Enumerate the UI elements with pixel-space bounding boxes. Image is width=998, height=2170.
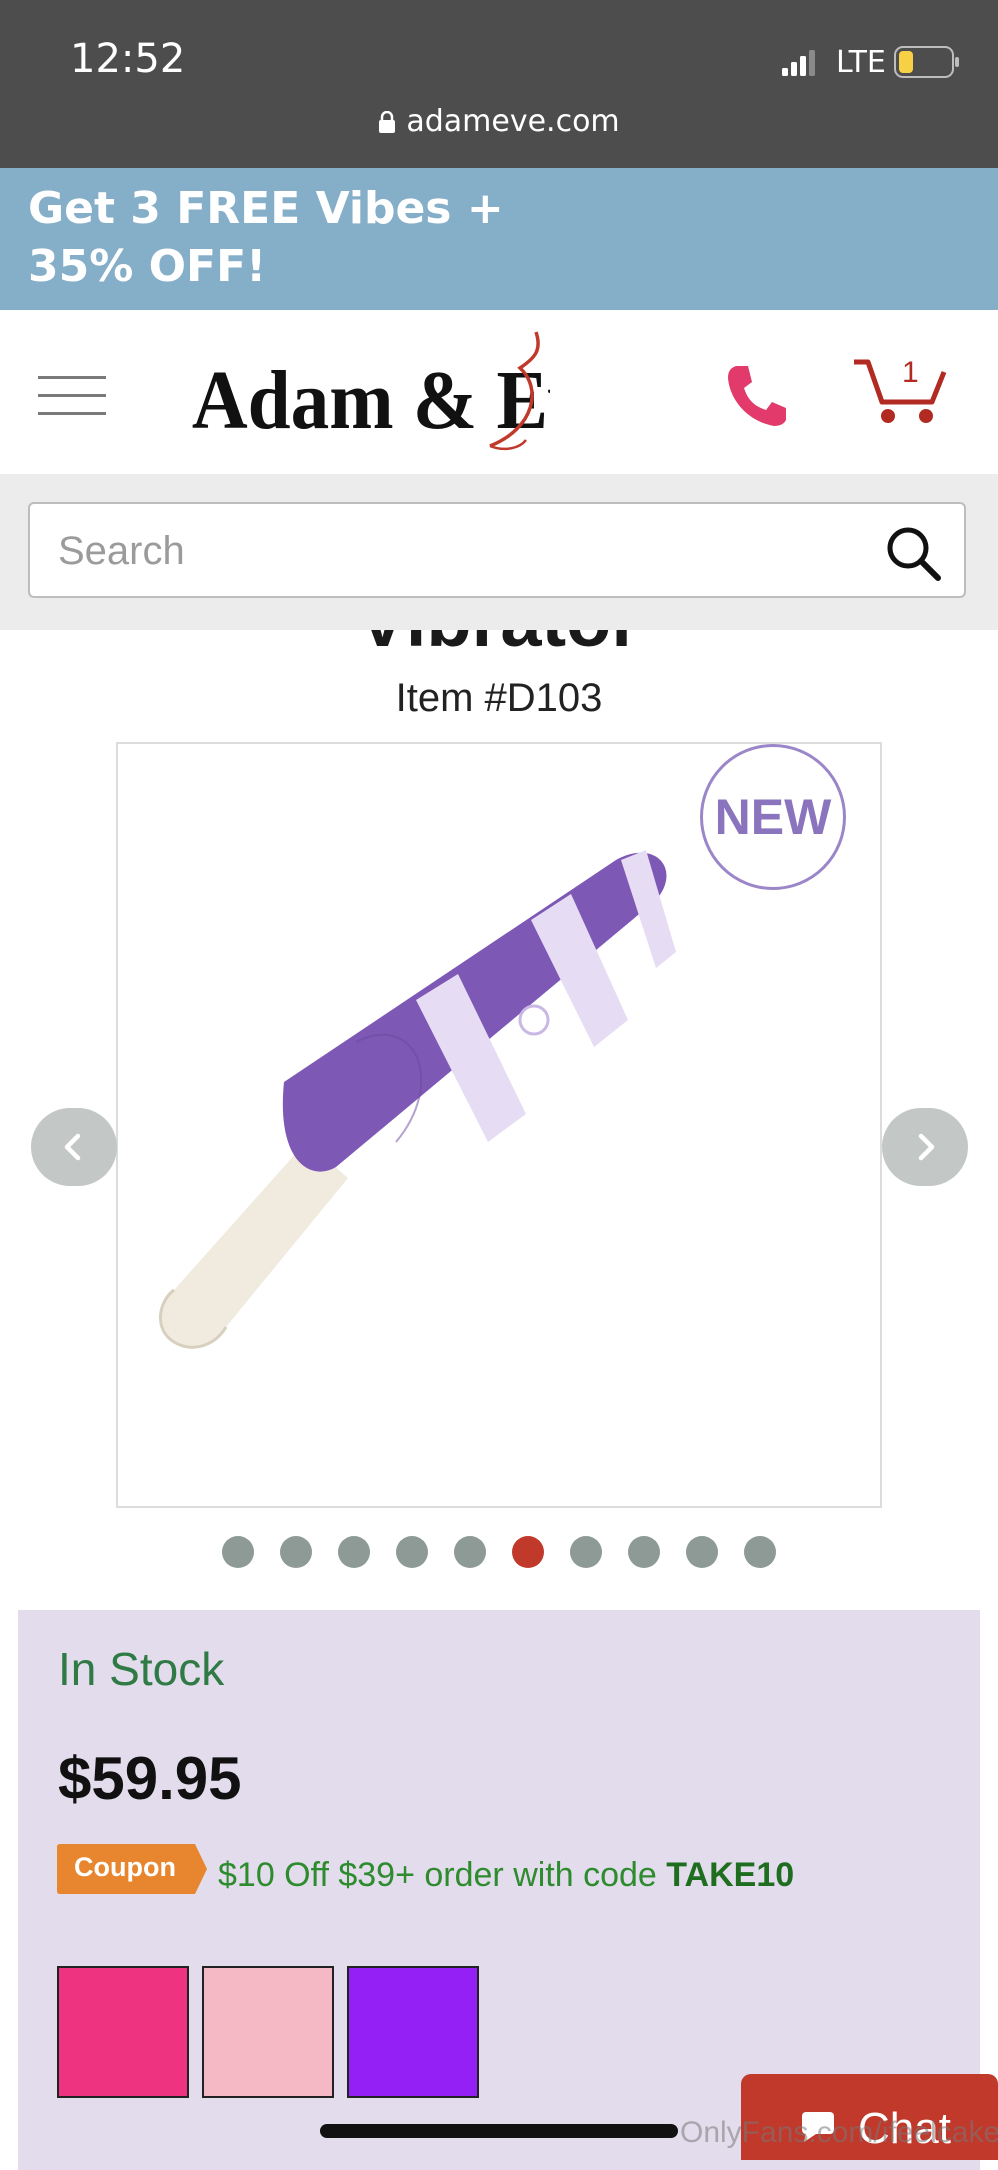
coupon-tag-label: Coupon <box>74 1852 176 1882</box>
search-icon[interactable] <box>884 524 942 582</box>
product-title: Vibrator <box>0 630 998 652</box>
search-box[interactable] <box>28 502 966 598</box>
carousel-dot[interactable] <box>744 1536 776 1568</box>
lock-icon <box>379 111 396 133</box>
carousel-dot[interactable] <box>628 1536 660 1568</box>
url-text: adameve.com <box>406 104 620 139</box>
promo-text[interactable]: Get 3 FREE Vibes + 35% OFF! <box>28 180 588 296</box>
network-label: LTE <box>836 45 886 80</box>
item-number: Item #D103 <box>395 676 603 720</box>
coupon-code: TAKE10 <box>666 1856 795 1894</box>
chevron-right-icon <box>918 1133 935 1161</box>
carousel-dot[interactable] <box>512 1536 544 1568</box>
next-image-button[interactable] <box>882 1108 968 1186</box>
carousel-dot[interactable] <box>222 1536 254 1568</box>
battery-icon <box>894 46 959 78</box>
product-title-clip: Vibrator <box>0 630 998 652</box>
stock-status: In Stock <box>58 1643 225 1695</box>
watermark-text: OnlyFans.com/ifeelcake <box>680 2116 998 2149</box>
color-swatch-light-pink[interactable] <box>202 1966 334 2098</box>
brand-logo[interactable]: Adam & Eve <box>190 328 550 458</box>
carousel-dot[interactable] <box>454 1536 486 1568</box>
price: $59.95 <box>58 1745 242 1812</box>
carousel-dot[interactable] <box>280 1536 312 1568</box>
carousel-dot[interactable] <box>686 1536 718 1568</box>
color-swatch-purple[interactable] <box>347 1966 479 2098</box>
status-bar <box>0 0 998 168</box>
url-bar[interactable]: adameve.com <box>0 104 998 139</box>
signal-icon <box>782 50 815 76</box>
search-input[interactable] <box>56 522 860 580</box>
hamburger-menu-icon[interactable] <box>38 376 108 416</box>
status-time: 12:52 <box>70 36 186 82</box>
coupon-text: $10 Off $39+ order with code TAKE10 <box>218 1856 794 1895</box>
carousel-dots <box>0 1536 998 1568</box>
svg-text:Adam & Eve: Adam & Eve <box>192 354 550 447</box>
phone-icon[interactable] <box>722 360 792 430</box>
chevron-left-icon <box>64 1133 81 1161</box>
new-badge: NEW <box>700 744 846 890</box>
coupon-description: $10 Off $39+ order with code <box>218 1856 657 1894</box>
cart-count-badge: 1 <box>902 356 919 389</box>
home-indicator[interactable] <box>320 2124 678 2138</box>
carousel-dot[interactable] <box>396 1536 428 1568</box>
carousel-dot[interactable] <box>338 1536 370 1568</box>
color-swatch-pink[interactable] <box>57 1966 189 2098</box>
carousel-dot[interactable] <box>570 1536 602 1568</box>
prev-image-button[interactable] <box>31 1108 117 1186</box>
